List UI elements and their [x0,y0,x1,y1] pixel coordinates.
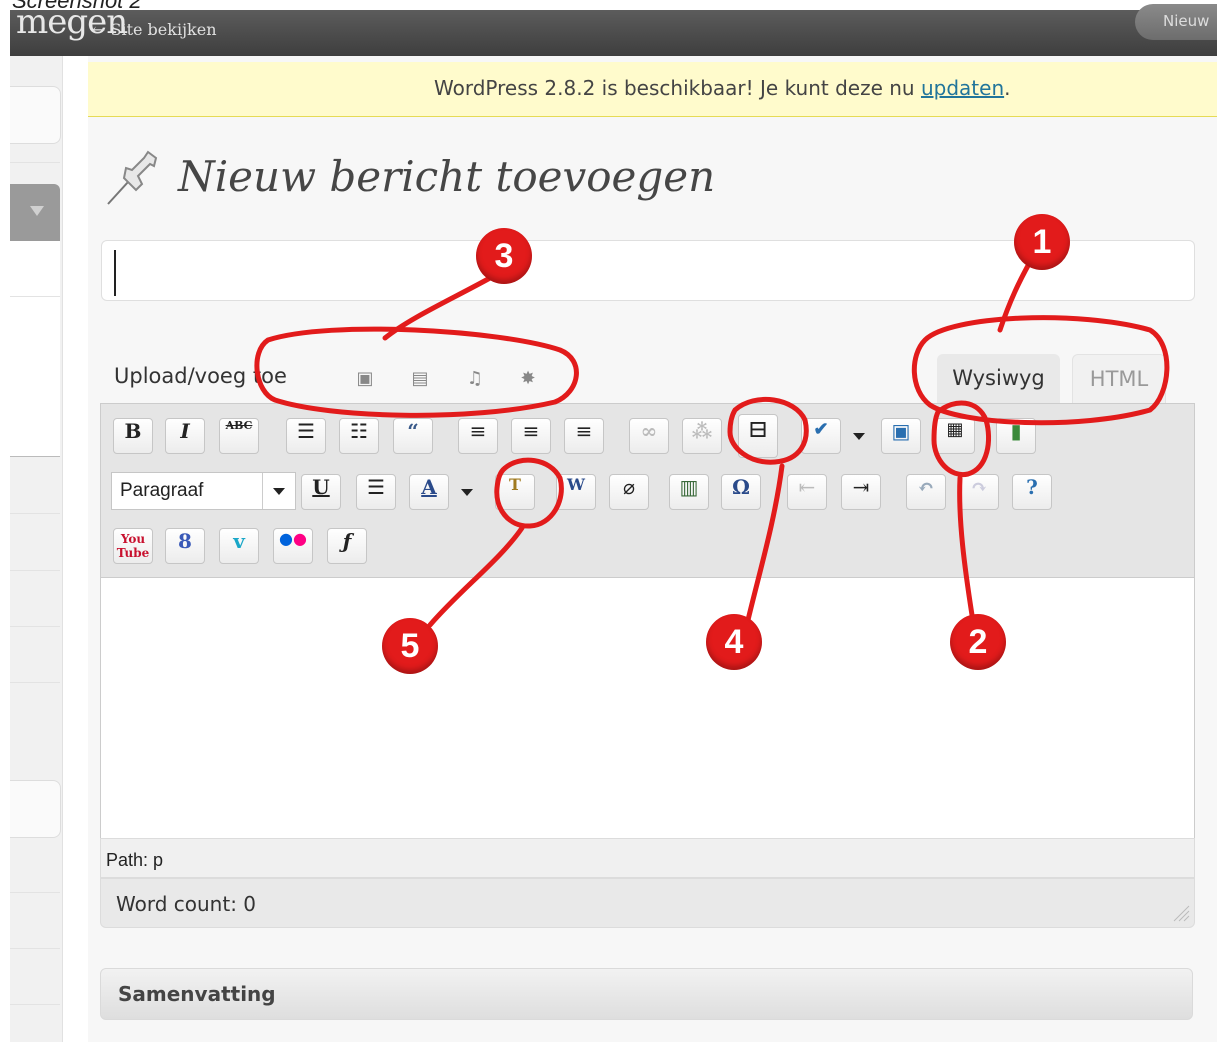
view-site-link[interactable]: ← Site bekijken [92,20,217,39]
video-icon[interactable]: ▤ [408,368,432,390]
image-icon[interactable]: ▣ [353,368,377,390]
fullscreen-button[interactable]: ▣ [881,418,921,454]
format-select-value: Paragraaf [120,480,204,501]
underline-button[interactable]: U [301,474,341,510]
outdent-button[interactable]: ⇤ [787,474,827,510]
sidebar-separator [10,1004,60,1005]
tab-html[interactable]: HTML [1072,354,1166,404]
summary-box-title: Samenvatting [118,982,276,1006]
numbered-list-button[interactable]: ☷ [339,418,379,454]
align-center-button[interactable]: ≡ [511,418,551,454]
media-button[interactable]: ▥ [669,474,709,510]
sidebar-item-settings[interactable] [10,780,61,838]
new-post-button[interactable]: Nieuw [1135,4,1217,40]
chevron-down-icon [30,206,44,216]
annotation-marker-2: 2 [950,614,1006,670]
sidebar-separator [10,162,60,163]
notice-message: WordPress 2.8.2 is beschikbaar! Je kunt … [434,76,921,100]
format-select[interactable]: Paragraaf [111,472,296,510]
sidebar-separator [10,892,60,893]
text-color-dropdown[interactable] [457,474,475,510]
bold-button[interactable]: B [113,418,153,454]
sidebar-item-posts[interactable] [10,184,60,241]
youtube-button[interactable]: You Tube [113,528,153,564]
word-count: Word count: 0 [116,892,257,916]
sidebar-separator [10,682,60,683]
bullet-list-button[interactable]: ☰ [286,418,326,454]
tab-wysiwyg[interactable]: Wysiwyg [937,354,1060,403]
blockquote-button[interactable]: “ [393,418,433,454]
editor-toolbar: B I ABC ☰ ☷ “ ≡ ≡ ≡ ∞ ⁂ ⊟ ✔ ▣ ▦ ▮ Paragr… [100,403,1195,578]
sidebar-separator [10,513,60,514]
indent-button[interactable]: ⇥ [841,474,881,510]
google-video-button[interactable]: 8 [165,528,205,564]
remove-format-button[interactable]: ⌀ [609,474,649,510]
italic-button[interactable]: I [165,418,205,454]
admin-sidebar [10,56,63,1042]
flickr-blue-dot-icon: ● [279,529,293,548]
insert-more-button[interactable]: ⊟ [738,414,778,458]
help-button[interactable]: ? [1012,474,1052,510]
vimeo-button[interactable]: v [219,528,259,564]
resize-grip-icon[interactable] [1172,904,1190,922]
unlink-button[interactable]: ⁂ [682,418,722,454]
editor-path: Path: p [106,850,164,870]
undo-button[interactable]: ↶ [906,474,946,510]
spellcheck-button[interactable]: ✔ [801,418,841,454]
redo-button[interactable]: ↷ [959,474,999,510]
chart-button[interactable]: ▮ [996,418,1036,454]
flash-button[interactable]: ƒ [327,528,367,564]
sidebar-separator [10,626,60,627]
strikethrough-button[interactable]: ABC [219,418,259,454]
annotation-marker-3: 3 [476,228,532,284]
spellcheck-dropdown[interactable] [849,418,867,454]
page-title: Nieuw bericht toevoegen [178,152,716,201]
flickr-button[interactable]: ●● [273,528,313,564]
link-button[interactable]: ∞ [629,418,669,454]
notice-suffix: . [1004,76,1011,100]
text-color-button[interactable]: A [409,474,449,510]
kitchen-sink-button[interactable]: ▦ [935,418,975,454]
media-icon[interactable]: ✸ [516,368,540,390]
sidebar-separator [10,296,60,297]
paste-word-button[interactable]: W [556,474,596,510]
sidebar-separator [10,948,60,949]
align-left-button[interactable]: ≡ [458,418,498,454]
upload-label: Upload/voeg toe [114,364,287,388]
flickr-pink-dot-icon: ● [293,529,307,548]
annotation-marker-4: 4 [706,614,762,670]
align-right-button[interactable]: ≡ [564,418,604,454]
annotation-marker-1: 1 [1014,214,1070,270]
format-select-arrow[interactable] [262,473,295,509]
update-notice-text: WordPress 2.8.2 is beschikbaar! Je kunt … [434,76,1010,100]
text-cursor [114,250,116,296]
sidebar-separator [10,570,60,571]
annotation-marker-5: 5 [382,618,438,674]
sidebar-item-dashboard[interactable] [10,86,61,144]
editor-content[interactable] [100,578,1195,838]
update-link[interactable]: updaten [921,76,1004,100]
sidebar-submenu [10,241,60,457]
word-count-bar [100,878,1195,928]
audio-icon[interactable]: ♫ [463,368,487,390]
justify-button[interactable]: ☰ [356,474,396,510]
pushpin-icon [107,150,158,205]
special-character-button[interactable]: Ω [721,474,761,510]
paste-text-button[interactable]: T [495,474,535,510]
editor-path-bar [100,838,1195,878]
admin-bar: megen ← Site bekijken Nieuw [10,2,1217,56]
